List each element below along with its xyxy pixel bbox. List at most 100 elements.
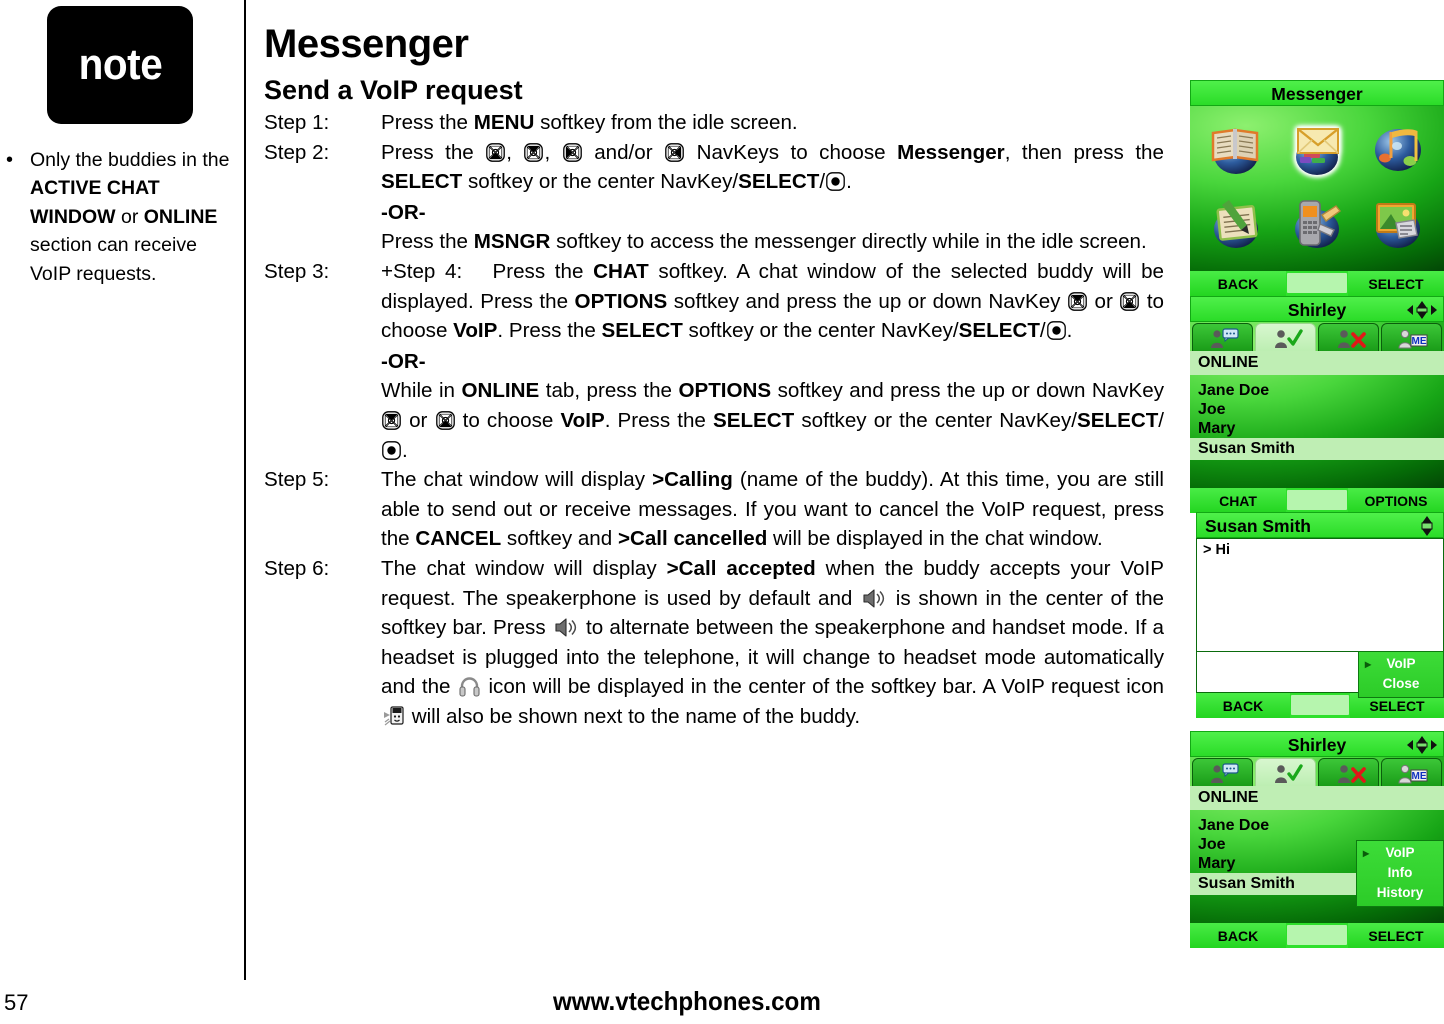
grid-cell[interactable] — [1357, 186, 1438, 262]
buddy-item[interactable]: Jane Doe — [1190, 381, 1444, 400]
page-title: Messenger — [264, 22, 469, 66]
speakerphone-icon — [862, 588, 886, 609]
step-row: Step 5: The chat window will display >Cal… — [264, 465, 1164, 554]
buddy-item[interactable]: Joe — [1190, 400, 1444, 419]
body-text: softkey or the center NavKey/ — [794, 408, 1078, 432]
grid-cell[interactable] — [1357, 110, 1438, 186]
tab-offline[interactable] — [1318, 758, 1379, 786]
note-text: Only the buddies in the ACTIVE CHAT WIND… — [30, 146, 235, 288]
bullet-glyph: • — [6, 149, 14, 171]
buddy-item[interactable]: Mary — [1190, 419, 1444, 438]
buddy-tabs: ME — [1190, 322, 1444, 351]
step-label: Step 5: — [264, 468, 330, 492]
emphasis-text: >Call cancelled — [617, 527, 768, 551]
tab-offline[interactable] — [1318, 323, 1379, 351]
body-text: The chat window will display — [381, 556, 667, 580]
notepad-pen-icon[interactable] — [1205, 192, 1267, 254]
emphasis-text: SELECT — [738, 170, 820, 194]
svg-text:ME: ME — [1411, 771, 1426, 782]
voip-request-icon — [383, 706, 404, 727]
tab-chat[interactable] — [1192, 758, 1253, 786]
softkey-back[interactable]: BACK — [1190, 923, 1286, 948]
tab-chat[interactable] — [1192, 323, 1253, 351]
note-bullet-item: • Only the buddies in the ACTIVE CHAT WI… — [3, 146, 239, 288]
softkey-chat[interactable]: CHAT — [1190, 488, 1286, 513]
emphasis-text: OPTIONS — [678, 379, 772, 403]
softkey-center[interactable] — [1287, 490, 1347, 510]
phone-screen-chat: Susan Smith > Hi VoIP Close BACK — [1196, 512, 1444, 718]
picture-gallery-icon[interactable] — [1367, 192, 1429, 254]
phone-screen-messenger: Messenger BACK SELECT — [1190, 80, 1444, 296]
softkey-select[interactable]: SELECT — [1348, 271, 1444, 296]
softkey-center[interactable] — [1287, 925, 1347, 945]
step-body: The chat window will display >Calling (n… — [381, 465, 1164, 554]
menu-item-close[interactable]: Close — [1359, 674, 1443, 694]
menu-item-voip[interactable]: VoIP — [1357, 843, 1443, 863]
chat-transcript: > Hi — [1196, 538, 1444, 652]
step-or-separator: -OR- — [381, 347, 1164, 377]
body-text: , — [506, 140, 524, 164]
phonebook-icon[interactable] — [1205, 117, 1267, 179]
screen-title-text: Shirley — [1287, 735, 1347, 755]
softkey-center[interactable] — [1287, 273, 1347, 293]
grid-cell[interactable] — [1277, 110, 1358, 186]
body-text: or — [1087, 289, 1120, 313]
softkey-options[interactable]: OPTIONS — [1348, 488, 1444, 513]
svg-text:ME: ME — [1411, 336, 1426, 347]
body-text: Press the — [381, 111, 474, 134]
grid-cell[interactable] — [1196, 110, 1277, 186]
menu-item-voip[interactable]: VoIP — [1359, 654, 1443, 674]
phone-screen-buddylist-2: Shirley ME ONLINE Jane Doe Joe Mary Susa… — [1190, 731, 1444, 948]
buddy-item[interactable]: Jane Doe — [1190, 816, 1444, 835]
body-text: softkey and — [501, 527, 618, 551]
buddy-tabs: ME — [1190, 757, 1444, 786]
body-text: Press the — [462, 259, 594, 283]
softkey-back[interactable]: BACK — [1190, 271, 1286, 296]
up-down-scroll-icon — [1419, 515, 1435, 537]
navkey-center-select-icon — [1046, 321, 1066, 341]
emphasis-text: SELECT — [713, 408, 795, 432]
screen-body: ME ONLINE Jane Doe Joe Mary Susan Smith — [1190, 322, 1444, 488]
buddy-item-selected[interactable]: Susan Smith — [1190, 438, 1444, 460]
menu-item-info[interactable]: Info — [1357, 863, 1443, 883]
website-url: www.vtechphones.com — [553, 986, 821, 1016]
tab-online[interactable] — [1255, 323, 1316, 351]
context-menu: VoIP Close — [1358, 651, 1444, 698]
message-envelope-icon[interactable] — [1286, 117, 1348, 179]
emphasis-text: >Call accepted — [666, 556, 816, 580]
emphasis-text: VoIP — [560, 408, 605, 432]
chat-input[interactable]: VoIP Close — [1196, 651, 1444, 698]
step-label: Step 6: — [264, 556, 330, 580]
body-text: . Press the — [497, 319, 602, 343]
step-label: Step 1: — [264, 111, 330, 134]
emphasis-text: ONLINE — [143, 205, 218, 228]
body-text: or — [402, 408, 435, 432]
navkey-down-icon — [486, 142, 506, 162]
softkey-center[interactable] — [1291, 695, 1349, 715]
emphasis-text: SELECT — [958, 319, 1040, 343]
tab-online[interactable] — [1255, 758, 1316, 786]
body-text: section can receive VoIP requests. — [30, 234, 197, 285]
emphasis-text: -OR- — [381, 200, 426, 224]
step-paragraph: Press the MENU softkey from the idle scr… — [381, 108, 1164, 138]
emphasis-text: ONLINE — [461, 379, 540, 403]
grid-cell[interactable] — [1277, 186, 1358, 262]
music-notes-icon[interactable] — [1367, 117, 1429, 179]
tab-me[interactable]: ME — [1381, 758, 1442, 786]
body-text: softkey from the idle screen. — [534, 111, 798, 134]
body-text: softkey and press the up or down NavKey — [771, 379, 1164, 403]
menu-item-history[interactable]: History — [1357, 883, 1443, 903]
handset-tools-icon[interactable] — [1286, 192, 1348, 254]
body-text: / — [1158, 408, 1165, 432]
softkey-back[interactable]: BACK — [1196, 693, 1290, 718]
step-label: Step 2: — [264, 140, 330, 164]
tab-me[interactable]: ME — [1381, 323, 1442, 351]
navkey-center-select-icon — [382, 440, 401, 460]
softkey-select[interactable]: SELECT — [1348, 923, 1444, 948]
grid-cell[interactable] — [1196, 186, 1277, 262]
navkey-down-icon — [1120, 291, 1140, 311]
step-paragraph: +Step 4: Press the CHAT softkey. A chat … — [381, 257, 1164, 346]
main-content: Messenger Send a VoIP request Step 1: Pre… — [264, 0, 1164, 1024]
navkey-up-icon — [524, 142, 544, 162]
emphasis-text: CANCEL — [415, 527, 502, 551]
